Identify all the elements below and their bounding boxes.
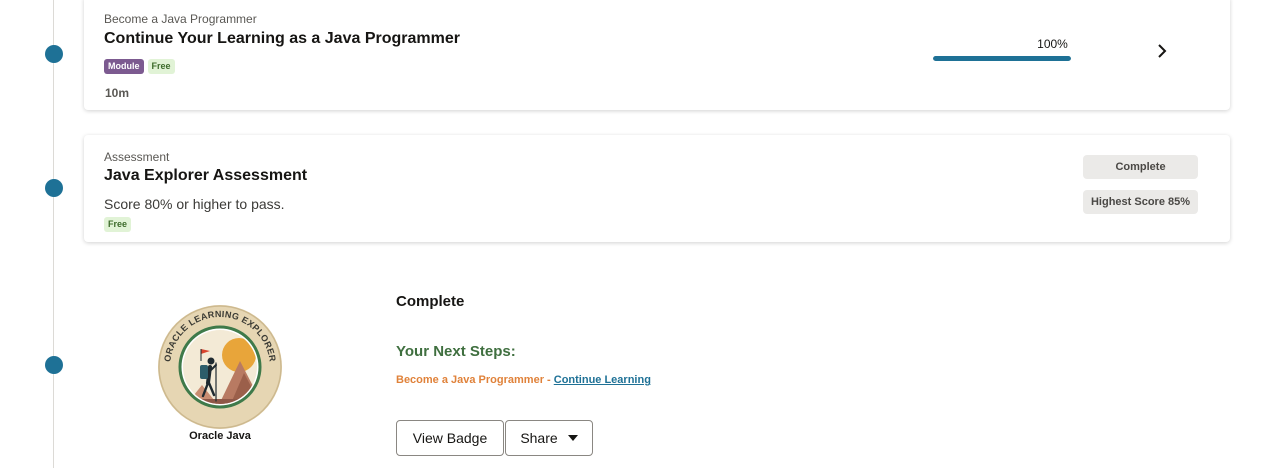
timeline-line — [53, 0, 54, 468]
chevron-right-icon[interactable] — [1152, 40, 1172, 62]
highest-score-pill: Highest Score 85% — [1083, 190, 1198, 214]
next-separator: - — [543, 374, 554, 386]
module-type-badge: Module — [104, 59, 144, 74]
assessment-badges: Free — [104, 217, 132, 232]
caret-down-icon — [567, 435, 578, 441]
view-badge-button[interactable]: View Badge — [396, 420, 504, 456]
badge-caption: Oracle Java — [189, 430, 251, 442]
progress-bar — [933, 56, 1071, 61]
progress-label: 100% — [1037, 37, 1068, 51]
module-duration: 10m — [105, 86, 130, 100]
module-badges: Module Free — [104, 59, 175, 74]
share-button-label: Share — [520, 430, 558, 446]
assessment-status-pill: Complete — [1083, 155, 1198, 179]
next-steps-heading: Your Next Steps: — [396, 343, 516, 360]
continue-learning-link[interactable]: Continue Learning — [554, 374, 651, 386]
free-badge: Free — [104, 217, 132, 232]
timeline-dot — [45, 45, 63, 63]
assessment-description: Score 80% or higher to pass. — [104, 196, 285, 212]
free-badge: Free — [147, 59, 175, 74]
timeline-dot — [45, 356, 63, 374]
completion-status: Complete — [396, 293, 465, 310]
module-eyebrow: Become a Java Programmer — [104, 12, 257, 26]
progress-fill — [933, 56, 1071, 61]
module-card[interactable]: Become a Java Programmer Continue Your L… — [84, 0, 1230, 110]
next-steps-line: Become a Java Programmer - Continue Lear… — [396, 374, 651, 386]
oracle-learning-explorer-badge: ORACLE LEARNING EXPLORER — [156, 303, 284, 431]
assessment-eyebrow: Assessment — [104, 150, 170, 164]
next-course-name: Become a Java Programmer — [396, 374, 544, 386]
module-title: Continue Your Learning as a Java Program… — [104, 30, 460, 47]
assessment-card[interactable]: Assessment Java Explorer Assessment Scor… — [84, 135, 1230, 242]
assessment-title: Java Explorer Assessment — [104, 167, 308, 184]
share-button[interactable]: Share — [505, 420, 593, 456]
timeline-dot — [45, 179, 63, 197]
